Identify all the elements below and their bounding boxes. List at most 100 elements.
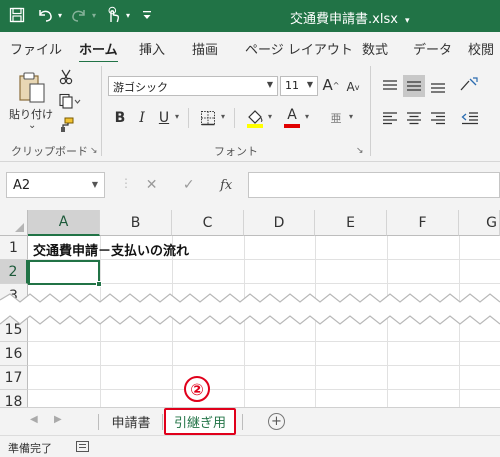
chevron-down-icon[interactable]: ▾ — [305, 112, 309, 121]
undo-icon[interactable] — [34, 4, 56, 26]
decrease-indent-icon[interactable] — [458, 108, 482, 128]
borders-icon[interactable] — [198, 108, 218, 128]
scroll-left-icon[interactable]: ◀ — [30, 414, 38, 425]
redo-dropdown-icon[interactable]: ▾ — [92, 11, 96, 20]
tab-page-layout[interactable]: ページ レイアウト — [245, 39, 353, 58]
gridline — [28, 341, 500, 342]
clipboard-launcher-icon[interactable]: ↘ — [90, 146, 98, 156]
chevron-down-icon[interactable]: ▾ — [175, 112, 179, 121]
tab-data[interactable]: データ — [413, 39, 452, 58]
tab-formulas[interactable]: 数式 — [362, 39, 388, 58]
insert-function-button[interactable]: fx — [220, 178, 232, 193]
align-right-icon[interactable] — [428, 108, 448, 128]
tab-home[interactable]: ホーム — [79, 39, 118, 64]
cell-a1[interactable]: 交通費申請－支払いの流れ — [33, 240, 189, 259]
document-title[interactable]: 交通費申請書.xlsx ▾ — [290, 8, 410, 27]
row-header-16[interactable]: 16 — [0, 342, 28, 366]
chevron-down-icon[interactable]: ▾ — [268, 112, 272, 121]
touch-mode-icon[interactable] — [102, 4, 124, 26]
column-header-f[interactable]: F — [387, 210, 459, 236]
caret-down-icon: v — [354, 82, 360, 92]
increase-font-size-button[interactable]: A ^ — [322, 75, 340, 95]
chevron-down-icon: ▾ — [405, 16, 410, 26]
chevron-down-icon: ▼ — [91, 180, 98, 189]
touch-mode-dropdown-icon[interactable]: ▾ — [126, 11, 130, 20]
copy-icon[interactable] — [57, 92, 83, 110]
font-color-label: A — [287, 107, 297, 123]
name-box[interactable]: A2 ▼ — [6, 172, 105, 198]
column-header-b[interactable]: B — [100, 210, 172, 236]
row-header-2[interactable]: 2 — [0, 260, 28, 284]
formula-input[interactable] — [248, 172, 500, 198]
tab-draw[interactable]: 描画 — [192, 39, 218, 58]
font-color-swatch — [284, 124, 300, 128]
tab-separator — [242, 414, 243, 430]
tab-insert[interactable]: 挿入 — [139, 39, 165, 58]
font-name-select[interactable]: 游ゴシック ▼ — [108, 76, 278, 96]
caret-up-icon: ^ — [332, 80, 340, 90]
accessibility-icon[interactable] — [76, 441, 89, 452]
gridline — [28, 389, 500, 390]
chevron-down-icon[interactable]: ▾ — [349, 112, 353, 121]
formula-bar-grip-icon[interactable]: ⋮ — [120, 176, 132, 190]
bold-button[interactable]: B — [112, 108, 128, 128]
worksheet-grid: A B C D E F G 1 2 3 15 16 17 18 交通費申請－支払… — [0, 210, 500, 407]
underline-button[interactable]: U — [156, 108, 172, 128]
row-header-18[interactable]: 18 — [0, 390, 28, 407]
font-launcher-icon[interactable]: ↘ — [356, 146, 364, 156]
column-header-a[interactable]: A — [28, 210, 100, 236]
redo-icon[interactable] — [68, 4, 90, 26]
font-size-value: 11 — [285, 79, 299, 92]
scroll-right-icon[interactable]: ▶ — [54, 414, 62, 425]
tab-separator — [98, 414, 99, 430]
align-middle-icon[interactable] — [403, 75, 425, 97]
column-header-d[interactable]: D — [244, 210, 315, 236]
align-bottom-icon[interactable] — [428, 76, 448, 96]
font-group-label: フォント — [214, 145, 258, 158]
chevron-down-icon[interactable]: ▾ — [221, 112, 225, 121]
customize-qat-icon[interactable] — [136, 4, 158, 26]
font-name-value: 游ゴシック — [113, 81, 168, 94]
quick-access-toolbar: ▾ ▾ ▾ — [6, 4, 158, 26]
undo-dropdown-icon[interactable]: ▾ — [58, 11, 62, 20]
ribbon-tabs: ファイル ホーム 挿入 描画 ページ レイアウト 数式 データ 校閲 — [0, 32, 500, 64]
align-left-icon[interactable] — [380, 108, 400, 128]
paste-icon[interactable] — [12, 68, 52, 106]
align-top-icon[interactable] — [380, 76, 400, 96]
add-sheet-button[interactable]: + — [268, 413, 285, 430]
fill-handle[interactable] — [96, 281, 102, 287]
sheet-tab-handover[interactable]: 引継ぎ用 — [164, 408, 236, 435]
tab-file[interactable]: ファイル — [10, 39, 62, 58]
ribbon-separator — [370, 66, 371, 156]
tab-review[interactable]: 校閲 — [468, 39, 494, 58]
name-box-value: A2 — [13, 178, 31, 193]
fill-color-icon[interactable] — [244, 106, 266, 130]
active-cell-a2[interactable] — [28, 260, 102, 287]
cancel-icon[interactable]: ✕ — [146, 177, 158, 193]
italic-button[interactable]: I — [134, 108, 150, 128]
sheet-tab-application[interactable]: 申請書 — [104, 408, 158, 435]
select-all-button[interactable] — [0, 210, 28, 236]
row-header-1[interactable]: 1 — [0, 236, 28, 260]
font-color-button[interactable]: A — [282, 106, 302, 130]
paste-dropdown-icon[interactable]: ⌄ — [28, 120, 36, 131]
decrease-font-size-button[interactable]: Av — [344, 77, 362, 97]
ribbon-separator — [188, 108, 189, 128]
font-size-select[interactable]: 11 ▼ — [280, 76, 318, 96]
formula-bar: A2 ▼ ⋮ ✕ ✓ fx — [0, 162, 500, 210]
column-header-e[interactable]: E — [315, 210, 387, 236]
phonetic-guide-label: 亜 — [330, 112, 342, 125]
column-header-g[interactable]: G — [459, 210, 500, 236]
orientation-icon[interactable] — [458, 74, 482, 96]
phonetic-guide-button[interactable]: 亜 — [326, 106, 346, 130]
formula-bar-actions: ✕ ✓ fx — [133, 172, 245, 198]
column-header-c[interactable]: C — [172, 210, 244, 236]
row-header-17[interactable]: 17 — [0, 366, 28, 390]
format-painter-icon[interactable] — [57, 116, 75, 134]
tab-separator — [162, 414, 163, 430]
chevron-down-icon: ▼ — [306, 80, 313, 89]
align-center-icon[interactable] — [404, 108, 424, 128]
save-icon[interactable] — [6, 4, 28, 26]
cut-icon[interactable] — [57, 68, 75, 86]
enter-check-icon[interactable]: ✓ — [183, 177, 195, 193]
